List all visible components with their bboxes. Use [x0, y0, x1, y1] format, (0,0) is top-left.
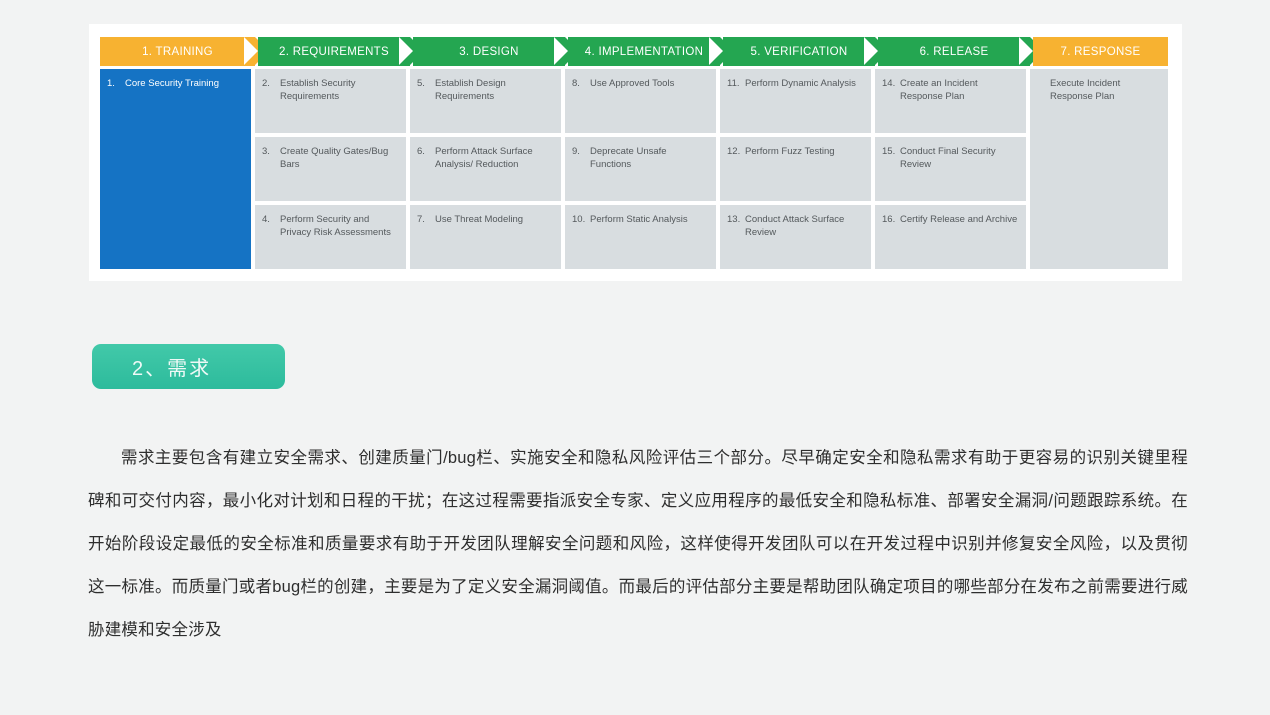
sdl-practice-cell[interactable]: 16. Certify Release and Archive — [875, 205, 1026, 269]
sdl-practice-number: 13. — [727, 214, 741, 225]
chevron-notch-icon — [709, 37, 723, 65]
sdl-practice-cell[interactable]: 1. Core Security Training — [100, 69, 251, 269]
sdl-column-7: Execute Incident Response Plan — [1030, 69, 1168, 269]
sdl-practice-cell[interactable]: 13. Conduct Attack Surface Review — [720, 205, 871, 269]
sdl-practice-cell[interactable]: Execute Incident Response Plan — [1030, 69, 1168, 269]
sdl-practice-label: Core Security Training — [125, 78, 219, 89]
phase-banner-item-7[interactable]: 7. RESPONSE — [1019, 37, 1168, 66]
sdl-practice-label: Perform Security and Privacy Risk Assess… — [280, 214, 391, 238]
sdl-column-6: 14. Create an Incident Response Plan 15. Co… — [875, 69, 1026, 269]
sdl-practice-cell[interactable]: 9. Deprecate Unsafe Functions — [565, 137, 716, 201]
sdl-practice-grid: 1. Core Security Training 2. Establish Secu… — [100, 69, 1168, 269]
phase-banner-item-6[interactable]: 6. RELEASE — [864, 37, 1044, 66]
sdl-practice-label: Perform Dynamic Analysis — [745, 78, 856, 89]
article-paragraph: 需求主要包含有建立安全需求、创建质量门/bug栏、实施安全和隐私风险评估三个部分… — [88, 448, 1188, 639]
sdl-practice-cell[interactable]: 2. Establish Security Requirements — [255, 69, 406, 133]
sdl-practice-label: Conduct Final Security Review — [900, 146, 996, 170]
sdl-practice-label: Use Threat Modeling — [435, 214, 524, 225]
sdl-practice-number: 6. — [417, 146, 425, 157]
sdl-diagram-card: 1. TRAINING 2. REQUIREMENTS 3. DESIGN 4. IM… — [89, 24, 1182, 281]
sdl-practice-number: 5. — [417, 78, 425, 89]
chevron-notch-icon — [244, 37, 258, 65]
sdl-practice-cell[interactable]: 7. Use Threat Modeling — [410, 205, 561, 269]
sdl-practice-label: Perform Attack Surface Analysis/ Reducti… — [435, 146, 533, 170]
sdl-practice-number: 14. — [882, 78, 896, 89]
phase-banner-label: 3. DESIGN — [459, 45, 519, 58]
phase-banner-label: 7. RESPONSE — [1060, 45, 1141, 58]
sdl-column-1: 1. Core Security Training — [100, 69, 251, 269]
phase-banner-item-1[interactable]: 1. TRAINING — [100, 37, 269, 66]
sdl-column-3: 5. Establish Design Requirements 6. Perform… — [410, 69, 561, 269]
phase-banner-label: 1. TRAINING — [142, 45, 213, 58]
sdl-practice-cell[interactable]: 3. Create Quality Gates/Bug Bars — [255, 137, 406, 201]
sdl-column-4: 8. Use Approved Tools 9. Deprecate Unsafe F… — [565, 69, 716, 269]
sdl-phase-banner: 1. TRAINING 2. REQUIREMENTS 3. DESIGN 4. IM… — [100, 37, 1168, 66]
sdl-practice-cell[interactable]: 8. Use Approved Tools — [565, 69, 716, 133]
sdl-practice-number: 10. — [572, 214, 586, 225]
sdl-practice-label: Establish Design Requirements — [435, 78, 506, 102]
sdl-practice-number: 3. — [262, 146, 270, 157]
section-heading-label: 2、需求 — [132, 358, 212, 380]
chevron-notch-icon — [864, 37, 878, 65]
sdl-practice-number: 8. — [572, 78, 580, 89]
sdl-practice-cell[interactable]: 12. Perform Fuzz Testing — [720, 137, 871, 201]
phase-banner-item-2[interactable]: 2. REQUIREMENTS — [244, 37, 424, 66]
sdl-practice-label: Certify Release and Archive — [900, 214, 1018, 225]
phase-banner-item-5[interactable]: 5. VERIFICATION — [709, 37, 889, 66]
sdl-practice-number: 1. — [107, 78, 115, 89]
sdl-practice-cell[interactable]: 6. Perform Attack Surface Analysis/ Reduc… — [410, 137, 561, 201]
sdl-practice-label: Conduct Attack Surface Review — [745, 214, 845, 238]
sdl-practice-number: 2. — [262, 78, 270, 89]
sdl-practice-label: Perform Fuzz Testing — [745, 146, 835, 157]
sdl-practice-number: 7. — [417, 214, 425, 225]
sdl-practice-number: 9. — [572, 146, 580, 157]
phase-banner-label: 6. RELEASE — [919, 45, 989, 58]
sdl-column-2: 2. Establish Security Requirements 3. Creat… — [255, 69, 406, 269]
section-heading-badge: 2、需求 — [92, 344, 285, 389]
chevron-notch-icon — [399, 37, 413, 65]
phase-banner-item-3[interactable]: 3. DESIGN — [399, 37, 579, 66]
sdl-practice-label: Deprecate Unsafe Functions — [590, 146, 667, 170]
chevron-notch-icon — [554, 37, 568, 65]
sdl-practice-number: 16. — [882, 214, 896, 225]
sdl-practice-label: Create an Incident Response Plan — [900, 78, 978, 102]
sdl-practice-label: Create Quality Gates/Bug Bars — [280, 146, 389, 170]
phase-banner-label: 2. REQUIREMENTS — [279, 45, 389, 58]
phase-banner-label: 5. VERIFICATION — [750, 45, 848, 58]
sdl-column-5: 11. Perform Dynamic Analysis 12. Perform Fu… — [720, 69, 871, 269]
sdl-practice-number: 12. — [727, 146, 741, 157]
phase-banner-item-4[interactable]: 4. IMPLEMENTATION — [554, 37, 734, 66]
sdl-practice-label: Perform Static Analysis — [590, 214, 688, 225]
chevron-notch-icon — [1019, 37, 1033, 65]
sdl-practice-number: 4. — [262, 214, 270, 225]
sdl-practice-cell[interactable]: 4. Perform Security and Privacy Risk Asse… — [255, 205, 406, 269]
sdl-practice-number: 11. — [727, 78, 740, 89]
sdl-practice-cell[interactable]: 10. Perform Static Analysis — [565, 205, 716, 269]
sdl-practice-label: Use Approved Tools — [590, 78, 675, 89]
sdl-practice-cell[interactable]: 11. Perform Dynamic Analysis — [720, 69, 871, 133]
sdl-practice-cell[interactable]: 5. Establish Design Requirements — [410, 69, 561, 133]
sdl-practice-cell[interactable]: 14. Create an Incident Response Plan — [875, 69, 1026, 133]
sdl-practice-label: Execute Incident Response Plan — [1050, 78, 1121, 102]
sdl-practice-label: Establish Security Requirements — [280, 78, 356, 102]
sdl-practice-cell[interactable]: 15. Conduct Final Security Review — [875, 137, 1026, 201]
phase-banner-label: 4. IMPLEMENTATION — [584, 45, 704, 58]
sdl-practice-number: 15. — [882, 146, 896, 157]
